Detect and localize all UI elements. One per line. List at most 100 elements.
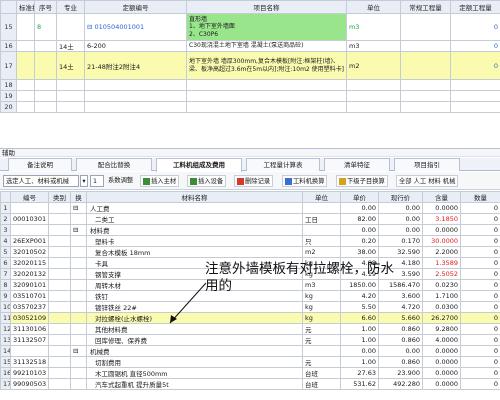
unit-cell[interactable] [346, 101, 401, 113]
material-name-cell[interactable]: 汽车式起重机 提升质量5t [86, 378, 303, 390]
material-name-cell[interactable]: 切割费用 [86, 356, 303, 368]
quantity-cell[interactable]: 0 [460, 323, 500, 335]
quantity-cell[interactable]: 0 [460, 378, 500, 390]
qty2-cell[interactable]: 0 [450, 40, 500, 52]
table-row[interactable]: 16 14土 6-200 C30现浇混土地下室墙 混凝土(泵送商品砼) m3 0 [0, 40, 500, 52]
quantity-cell[interactable]: 0 [460, 290, 500, 302]
sub-item-replace-button[interactable]: 下级子目换算 [336, 175, 388, 187]
seq-cell[interactable] [34, 79, 57, 91]
code-cell[interactable]: 31132507 [10, 334, 49, 346]
switch-cell[interactable] [70, 301, 87, 313]
unit-cell[interactable]: 元 [302, 334, 341, 346]
table-row[interactable]: 12 31130106 其他材料费元 1.00 0.860 9.2800 0 [0, 323, 500, 335]
unit-cell[interactable] [302, 345, 341, 357]
seq-cell[interactable]: 8 [34, 13, 57, 41]
std-cell[interactable] [16, 101, 35, 113]
category-cell[interactable] [48, 257, 71, 269]
switch-cell[interactable] [70, 290, 87, 302]
switch-cell[interactable] [70, 279, 87, 291]
quantity-cell[interactable]: 0 [460, 312, 500, 324]
quantity-cell[interactable]: 0 [460, 202, 500, 214]
tab-mix-replace[interactable]: 配合比替换 [76, 158, 152, 171]
code-cell[interactable]: 32020115 [10, 257, 49, 269]
quantity-cell[interactable]: 0 [460, 235, 500, 247]
code-cell[interactable]: 99210103 [10, 367, 49, 379]
major-cell[interactable]: 14土 [56, 51, 85, 80]
table-row[interactable]: 15 8 ⊟ 010504001001 直形墙 1、地下室外墙面 2、C30P6… [0, 13, 500, 41]
material-name-cell[interactable]: 塑料卡 [86, 235, 303, 247]
table-row[interactable]: 4 26EXP001 塑料卡只 0.20 0.170 30.0000 0 [0, 235, 500, 247]
price-cell[interactable]: 1.00 [340, 323, 379, 335]
content-cell[interactable]: 0.0000 [422, 202, 461, 214]
category-cell[interactable] [48, 356, 71, 368]
current-price-cell[interactable]: 32.590 [378, 246, 423, 258]
code-cell[interactable]: 31132518 [10, 356, 49, 368]
current-price-cell[interactable]: 4.720 [378, 301, 423, 313]
header-price[interactable]: 单价 [340, 191, 379, 203]
unit-cell[interactable] [346, 90, 401, 102]
coef-adjust-button[interactable]: 系数调整 [106, 175, 135, 187]
unit-cell[interactable]: 元 [302, 323, 341, 335]
code-cell[interactable]: 31130106 [10, 323, 49, 335]
unit-cell[interactable] [346, 79, 401, 91]
header-category[interactable]: 类别 [48, 191, 71, 203]
quantity-cell[interactable]: 0 [460, 268, 500, 280]
code-cell[interactable]: 99090503 [10, 378, 49, 390]
switch-cell[interactable] [70, 268, 87, 280]
header-current-price[interactable]: 现行价 [378, 191, 423, 203]
quantity-cell[interactable]: 0 [460, 213, 500, 225]
unit-cell[interactable]: 工日 [302, 213, 341, 225]
content-cell[interactable]: 0.0230 [422, 279, 461, 291]
material-name-cell[interactable]: 复合木模板 18mm [86, 246, 303, 258]
content-cell[interactable]: 0.0000 [422, 367, 461, 379]
code-cell[interactable]: 32010502 [10, 246, 49, 258]
header-material-name[interactable]: 材料名称 [86, 191, 303, 203]
name-cell[interactable]: C30现浇混土地下室墙 混凝土(泵送商品砼) [186, 40, 347, 52]
switch-cell[interactable] [70, 312, 87, 324]
material-name-cell[interactable]: 机械费 [86, 345, 303, 357]
header-content[interactable]: 含量 [422, 191, 461, 203]
content-cell[interactable]: 0.0000 [422, 378, 461, 390]
category-cell[interactable] [48, 246, 71, 258]
table-row[interactable]: 5 32010502 复合木模板 18mm m2 38.00 32.590 2.2000 0 [0, 246, 500, 258]
unit-cell[interactable]: m3 [346, 13, 401, 41]
quantity-cell[interactable]: 0 [460, 257, 500, 269]
switch-cell[interactable] [70, 378, 87, 390]
major-cell[interactable]: 14土 [56, 40, 85, 52]
unit-cell[interactable]: 元 [302, 356, 341, 368]
header-code[interactable]: 定额编号 [84, 0, 187, 14]
switch-cell[interactable] [70, 257, 87, 269]
price-cell[interactable]: 0.00 [340, 224, 379, 236]
current-price-cell[interactable]: 0.00 [378, 213, 423, 225]
content-cell[interactable]: 3.1850 [422, 213, 461, 225]
material-name-cell[interactable]: 二类工 [86, 213, 303, 225]
price-cell[interactable]: 1.00 [340, 356, 379, 368]
unit-cell[interactable]: 台班 [302, 367, 341, 379]
table-row-selected[interactable]: 11 03052109 对拉螺栓(止水螺栓) kg 6.60 5.660 26.2700 0 [0, 312, 500, 324]
material-name-cell[interactable]: 人工费 [86, 202, 303, 214]
material-replace-button[interactable]: 工料机换算 [282, 175, 328, 187]
content-cell[interactable]: 0.0000 [422, 224, 461, 236]
tab-material-cost[interactable]: 工料机组成及费用 [156, 158, 242, 172]
quantity-cell[interactable]: 0 [460, 246, 500, 258]
current-price-cell[interactable]: 23.900 [378, 367, 423, 379]
category-cell[interactable] [48, 334, 71, 346]
qty1-cell[interactable] [400, 79, 451, 91]
table-row[interactable]: 20 [0, 101, 500, 113]
category-cell[interactable] [48, 301, 71, 313]
tab-notes[interactable]: 备注说明 [8, 158, 72, 171]
current-price-cell[interactable]: 5.660 [378, 312, 423, 324]
std-cell[interactable] [16, 79, 35, 91]
price-cell[interactable]: 0.00 [340, 345, 379, 357]
material-name-cell[interactable]: 材料费 [86, 224, 303, 236]
category-cell[interactable] [48, 367, 71, 379]
price-cell[interactable]: 6.60 [340, 312, 379, 324]
quantity-cell[interactable]: 0 [460, 334, 500, 346]
name-cell[interactable] [186, 90, 347, 102]
current-price-cell[interactable]: 0.00 [378, 224, 423, 236]
content-cell[interactable]: 0.0000 [422, 345, 461, 357]
quantity-cell[interactable]: 0 [460, 356, 500, 368]
table-row[interactable]: 3 ⊟ 材料费 0.00 0.00 0.0000 0 [0, 224, 500, 236]
unit-cell[interactable]: m2 [302, 246, 341, 258]
table-row[interactable]: 19 [0, 90, 500, 102]
